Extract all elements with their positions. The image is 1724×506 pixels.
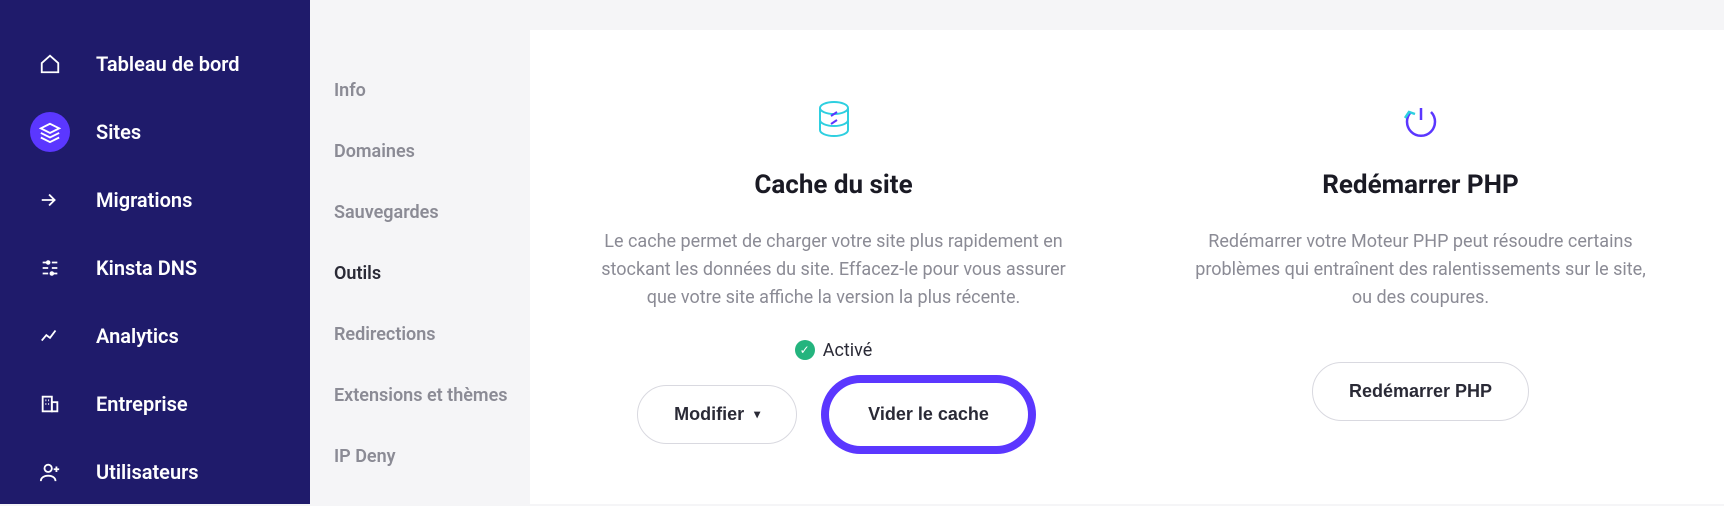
status-label: Activé <box>823 340 873 361</box>
check-icon: ✓ <box>795 340 815 360</box>
sub-item-label: IP Deny <box>334 446 396 467</box>
main-content: Cache du site Le cache permet de charger… <box>530 30 1724 504</box>
sub-item-label: Info <box>334 80 366 101</box>
sub-item-label: Redirections <box>334 324 436 345</box>
sidebar-item-label: Analytics <box>96 324 179 348</box>
button-label: Modifier <box>674 404 744 425</box>
sub-item-backups[interactable]: Sauvegardes <box>334 182 530 243</box>
sidebar-item-label: Tableau de bord <box>96 52 240 76</box>
card-restart-php: Redémarrer PHP Redémarrer votre Moteur P… <box>1157 90 1684 444</box>
sidebar-item-dashboard[interactable]: Tableau de bord <box>0 30 310 98</box>
database-cache-icon <box>570 90 1097 150</box>
users-icon <box>30 452 70 492</box>
sidebar-item-label: Kinsta DNS <box>96 256 197 280</box>
button-label: Redémarrer PHP <box>1349 381 1492 402</box>
sidebar-item-company[interactable]: Entreprise <box>0 370 310 438</box>
sub-item-plugins[interactable]: Extensions et thèmes <box>334 365 530 426</box>
analytics-icon <box>30 316 70 356</box>
sidebar-item-label: Sites <box>96 120 141 144</box>
card-title-php: Redémarrer PHP <box>1157 170 1684 200</box>
sub-item-domains[interactable]: Domaines <box>334 121 530 182</box>
card-desc-cache: Le cache permet de charger votre site pl… <box>599 228 1069 312</box>
home-icon <box>30 44 70 84</box>
chevron-down-icon: ▾ <box>754 407 760 421</box>
card-title-cache: Cache du site <box>570 170 1097 200</box>
cache-status: ✓ Activé <box>570 340 1097 361</box>
sub-item-label: Extensions et thèmes <box>334 385 508 406</box>
sub-item-label: Sauvegardes <box>334 202 439 223</box>
sidebar-item-migrations[interactable]: Migrations <box>0 166 310 234</box>
sidebar-item-sites[interactable]: Sites <box>0 98 310 166</box>
layers-icon <box>30 112 70 152</box>
dns-icon <box>30 248 70 288</box>
modify-cache-button[interactable]: Modifier ▾ <box>637 385 797 444</box>
sidebar-item-analytics[interactable]: Analytics <box>0 302 310 370</box>
building-icon <box>30 384 70 424</box>
sub-item-label: Outils <box>334 263 381 284</box>
sub-item-info[interactable]: Info <box>334 60 530 121</box>
clear-cache-button[interactable]: Vider le cache <box>827 381 1030 448</box>
card-desc-php: Redémarrer votre Moteur PHP peut résoudr… <box>1186 228 1656 312</box>
secondary-sidebar: Info Domaines Sauvegardes Outils Redirec… <box>310 0 530 504</box>
sub-item-redirects[interactable]: Redirections <box>334 304 530 365</box>
button-label: Vider le cache <box>868 404 989 425</box>
sub-item-tools[interactable]: Outils <box>334 243 530 304</box>
sub-item-ipdeny[interactable]: IP Deny <box>334 426 530 487</box>
restart-icon <box>1157 90 1684 150</box>
restart-php-button[interactable]: Redémarrer PHP <box>1312 362 1529 421</box>
sidebar-item-label: Entreprise <box>96 392 188 416</box>
sidebar-item-label: Migrations <box>96 188 192 212</box>
sub-item-label: Domaines <box>334 141 415 162</box>
migrations-icon <box>30 180 70 220</box>
sidebar-item-dns[interactable]: Kinsta DNS <box>0 234 310 302</box>
card-site-cache: Cache du site Le cache permet de charger… <box>570 90 1097 444</box>
sidebar-item-users[interactable]: Utilisateurs <box>0 438 310 506</box>
sidebar-item-label: Utilisateurs <box>96 460 199 484</box>
primary-sidebar: Tableau de bord Sites Migrations Kinsta … <box>0 0 310 504</box>
